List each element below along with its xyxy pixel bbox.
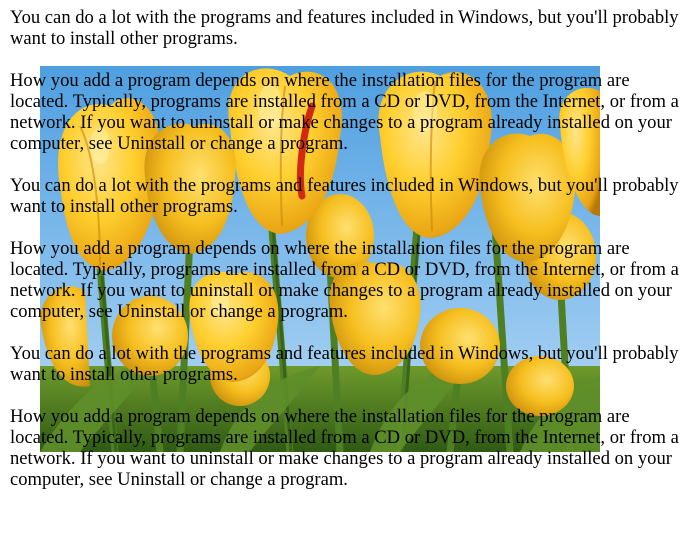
paragraph: You can do a lot with the programs and f… [10, 175, 679, 217]
paragraph: You can do a lot with the programs and f… [10, 7, 679, 49]
paragraph: How you add a program depends on where t… [10, 238, 679, 322]
paragraph: How you add a program depends on where t… [10, 70, 679, 154]
document-page: You can do a lot with the programs and f… [0, 0, 694, 550]
document-body: You can do a lot with the programs and f… [10, 7, 690, 511]
paragraph: How you add a program depends on where t… [10, 406, 679, 490]
paragraph: You can do a lot with the programs and f… [10, 343, 679, 385]
